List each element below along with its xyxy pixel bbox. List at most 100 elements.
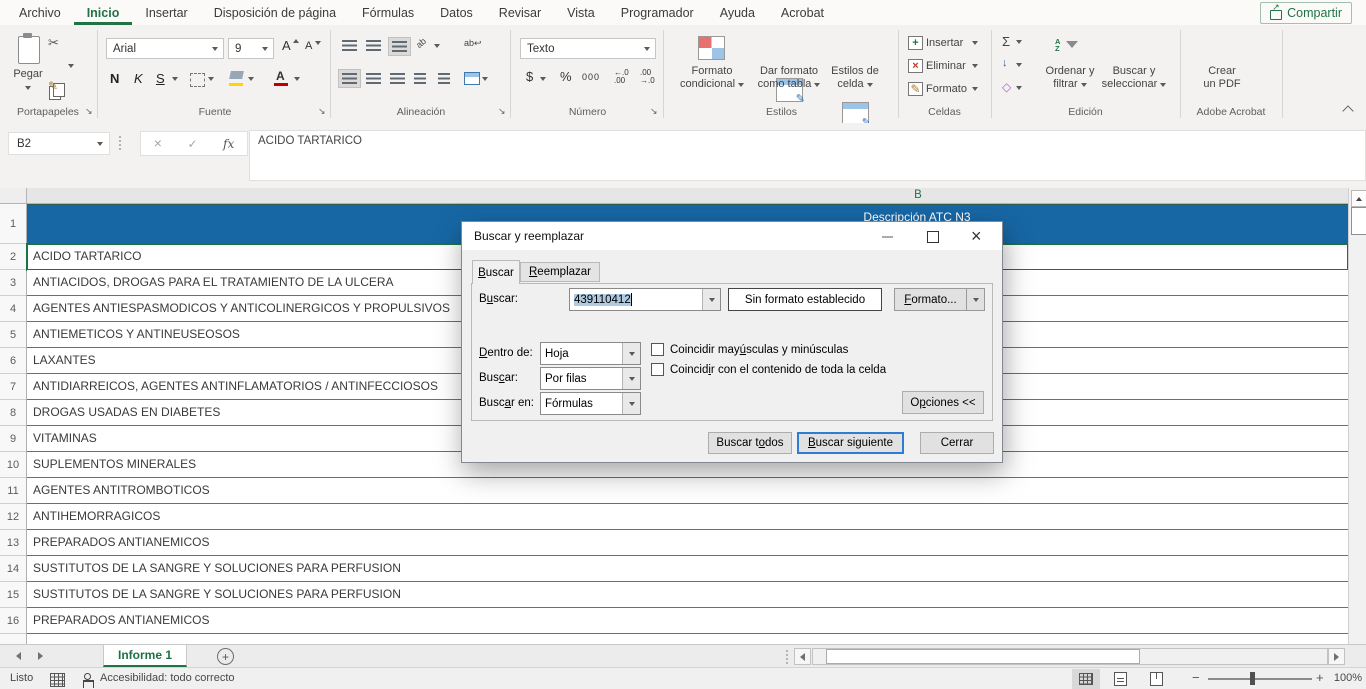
- fill-color-dropdown-icon[interactable]: [248, 77, 254, 81]
- italic-button[interactable]: K: [134, 71, 143, 86]
- insert-dropdown-icon[interactable]: [972, 41, 978, 45]
- number-format-combo[interactable]: Texto: [520, 38, 656, 59]
- share-button[interactable]: Compartir: [1260, 2, 1352, 24]
- maximize-icon[interactable]: [927, 231, 939, 243]
- row-number-5[interactable]: 5: [0, 322, 26, 348]
- font-color-dropdown-icon[interactable]: [294, 77, 300, 81]
- row-number-8[interactable]: 8: [0, 400, 26, 426]
- row-number-16[interactable]: 16: [0, 608, 26, 634]
- row-number-13[interactable]: 13: [0, 530, 26, 556]
- confirm-entry-icon[interactable]: [187, 135, 197, 153]
- vertical-scrollbar-thumb[interactable]: [1351, 207, 1366, 235]
- align-right-icon[interactable]: [390, 73, 405, 84]
- merge-center-icon[interactable]: [464, 72, 480, 85]
- fill-dropdown-icon[interactable]: [1016, 63, 1022, 67]
- delete-dropdown-icon[interactable]: [972, 64, 978, 68]
- tab-disposicion[interactable]: Disposición de página: [201, 0, 349, 25]
- autosum-icon[interactable]: [1002, 34, 1010, 49]
- find-select-button[interactable]: Buscar y seleccionar: [1096, 65, 1172, 91]
- tab-archivo[interactable]: Archivo: [6, 0, 74, 25]
- row-number-3[interactable]: 3: [0, 270, 26, 296]
- column-header-strip[interactable]: B: [0, 188, 1348, 204]
- decrease-font-icon[interactable]: [305, 40, 312, 52]
- delete-cells-button[interactable]: Eliminar: [926, 60, 966, 72]
- within-dropdown-icon[interactable]: [622, 343, 640, 364]
- currency-dropdown-icon[interactable]: [540, 77, 546, 81]
- view-page-layout-icon[interactable]: [1106, 669, 1134, 689]
- accessibility-icon[interactable]: [84, 673, 91, 680]
- tab-programador[interactable]: Programador: [608, 0, 707, 25]
- look-in-combo[interactable]: Fórmulas: [540, 392, 641, 415]
- grid-row[interactable]: AGENTES ANTITROMBOTICOS: [27, 478, 1348, 504]
- column-header-b[interactable]: B: [898, 189, 938, 201]
- options-button[interactable]: Opciones <<: [902, 391, 984, 414]
- percent-icon[interactable]: %: [560, 69, 572, 84]
- formula-bar-input[interactable]: ACIDO TARTARICO: [249, 130, 1366, 181]
- underline-dropdown-icon[interactable]: [172, 77, 178, 81]
- row-number-14[interactable]: 14: [0, 556, 26, 582]
- format-button[interactable]: Formato...: [894, 288, 985, 311]
- row-number-7[interactable]: 7: [0, 374, 26, 400]
- grid-row[interactable]: PREPARADOS ANTIANEMICOS: [27, 530, 1348, 556]
- tab-datos[interactable]: Datos: [427, 0, 486, 25]
- scroll-right-icon[interactable]: [1328, 648, 1345, 665]
- scroll-up-icon[interactable]: [1351, 190, 1366, 207]
- align-center-icon[interactable]: [366, 73, 381, 84]
- conditional-formatting-button[interactable]: Formato condicional: [674, 65, 750, 91]
- currency-icon[interactable]: $: [526, 69, 533, 84]
- sort-filter-icon[interactable]: AZ: [1055, 38, 1060, 52]
- row-number-2[interactable]: 2: [0, 244, 26, 270]
- number-dialog-launcher-icon[interactable]: [650, 107, 659, 116]
- horizontal-scrollbar-thumb[interactable]: [826, 649, 1140, 664]
- zoom-in-icon[interactable]: [1316, 670, 1324, 685]
- find-what-dropdown-icon[interactable]: [702, 289, 720, 310]
- paste-button[interactable]: Pegar: [2, 68, 54, 80]
- insert-function-icon[interactable]: [223, 135, 234, 153]
- match-case-checkbox[interactable]: [651, 343, 664, 356]
- grid-row[interactable]: PREPARADOS ANTIANEMICOS: [27, 608, 1348, 634]
- within-combo[interactable]: Hoja: [540, 342, 641, 365]
- bold-button[interactable]: N: [110, 71, 119, 86]
- match-entire-cell-checkbox[interactable]: [651, 363, 664, 376]
- font-name-combo[interactable]: Arial: [106, 38, 224, 59]
- conditional-formatting-icon[interactable]: [698, 36, 725, 60]
- clear-dropdown-icon[interactable]: [1016, 86, 1022, 90]
- sheet-tab-informe1[interactable]: Informe 1: [103, 645, 187, 667]
- row-number-15[interactable]: 15: [0, 582, 26, 608]
- zoom-slider-thumb[interactable]: [1250, 672, 1255, 685]
- row-number-4[interactable]: 4: [0, 296, 26, 322]
- comma-style-icon[interactable]: 000: [582, 72, 600, 82]
- merge-dropdown-icon[interactable]: [482, 77, 488, 81]
- zoom-out-icon[interactable]: [1192, 670, 1200, 685]
- copy-dropdown-icon[interactable]: [68, 64, 74, 68]
- dialog-title-bar[interactable]: Buscar y reemplazar: [462, 222, 1002, 250]
- close-icon[interactable]: [971, 226, 982, 247]
- grid-row[interactable]: SUSTITUTOS DE LA SANGRE Y SOLUCIONES PAR…: [27, 556, 1348, 582]
- row-number-1[interactable]: 1: [0, 204, 26, 244]
- format-painter-icon[interactable]: [48, 79, 58, 93]
- close-button[interactable]: Cerrar: [920, 432, 994, 454]
- tab-insertar[interactable]: Insertar: [132, 0, 200, 25]
- tab-inicio[interactable]: Inicio: [74, 0, 133, 25]
- borders-dropdown-icon[interactable]: [208, 77, 214, 81]
- select-all-corner[interactable]: [0, 188, 27, 203]
- alignment-dialog-launcher-icon[interactable]: [498, 107, 507, 116]
- row-number-11[interactable]: 11: [0, 478, 26, 504]
- increase-decimal-icon[interactable]: ←.0.00: [614, 69, 629, 85]
- paste-icon[interactable]: [18, 36, 40, 64]
- view-page-break-icon[interactable]: [1142, 669, 1170, 689]
- autosum-dropdown-icon[interactable]: [1016, 40, 1022, 44]
- increase-indent-icon[interactable]: [438, 73, 450, 84]
- borders-icon[interactable]: [190, 73, 205, 87]
- paste-dropdown-icon[interactable]: [25, 86, 31, 90]
- underline-button[interactable]: S: [156, 71, 165, 86]
- orientation-icon[interactable]: [413, 35, 428, 51]
- format-as-table-button[interactable]: Dar formato como tabla: [751, 65, 827, 91]
- cut-icon[interactable]: [48, 35, 59, 51]
- insert-cells-button[interactable]: Insertar: [926, 37, 963, 49]
- fill-color-icon[interactable]: [229, 71, 244, 79]
- row-number-10[interactable]: 10: [0, 452, 26, 478]
- sort-filter-button[interactable]: Ordenar y filtrar: [1035, 65, 1105, 91]
- align-middle-icon[interactable]: [366, 40, 381, 51]
- tab-vista[interactable]: Vista: [554, 0, 608, 25]
